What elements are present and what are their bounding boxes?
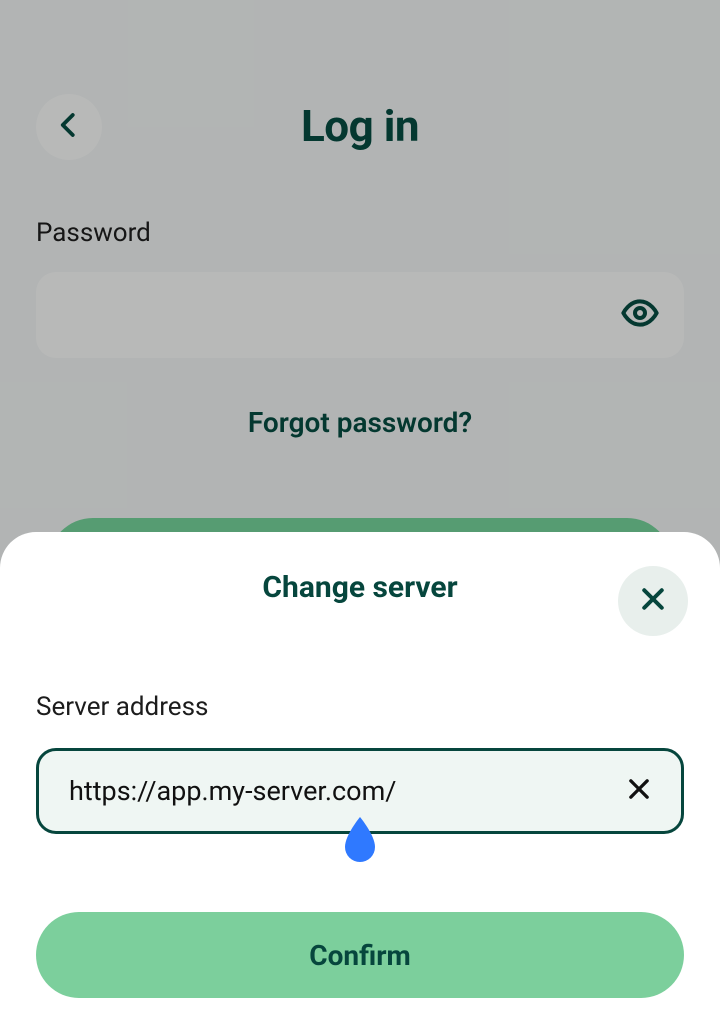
server-address-label: Server address	[36, 692, 684, 722]
change-server-sheet: Change server Server address Confirm	[0, 532, 720, 1012]
sheet-title: Change server	[262, 570, 457, 605]
server-address-field[interactable]	[36, 748, 684, 834]
cursor-handle-icon[interactable]	[341, 817, 379, 865]
confirm-button[interactable]: Confirm	[36, 912, 684, 998]
close-icon	[638, 584, 668, 618]
close-button[interactable]	[618, 566, 688, 636]
x-icon	[625, 775, 653, 807]
clear-input-button[interactable]	[621, 773, 657, 809]
confirm-label: Confirm	[309, 939, 410, 972]
server-address-input[interactable]	[69, 775, 621, 807]
sheet-header: Change server	[36, 532, 684, 642]
